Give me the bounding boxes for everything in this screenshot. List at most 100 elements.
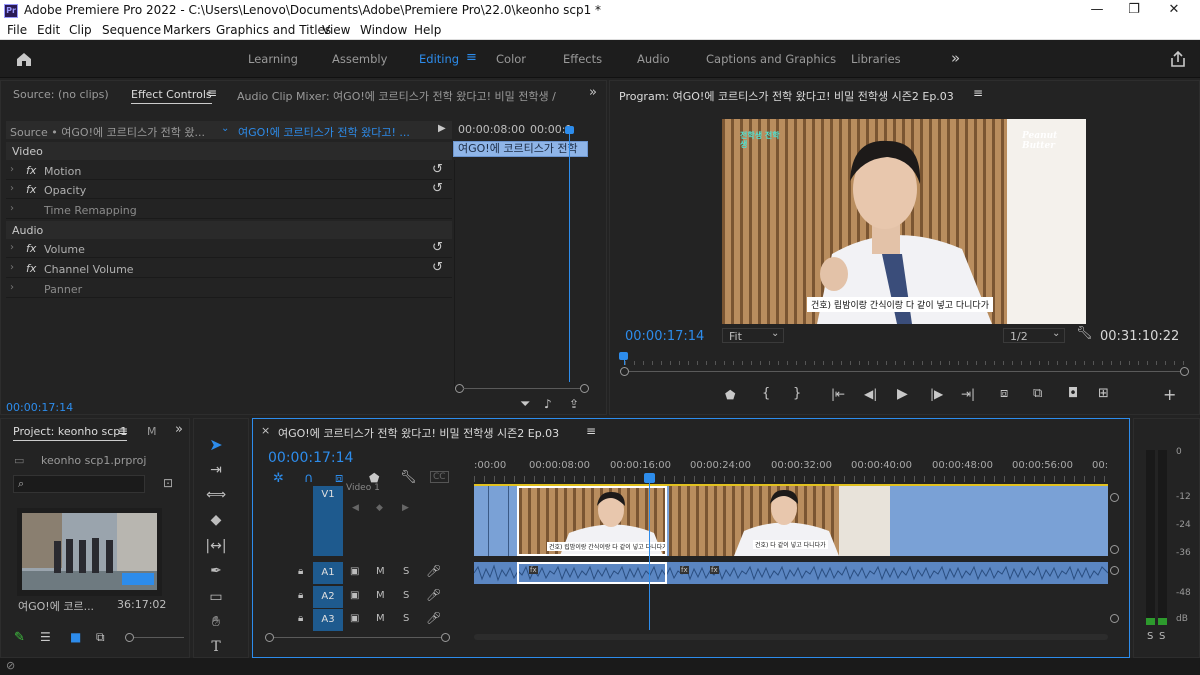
chevron-right-icon[interactable]: › bbox=[10, 203, 14, 214]
play-icon[interactable]: ▶ bbox=[897, 386, 908, 402]
home-icon[interactable] bbox=[15, 51, 33, 67]
next-keyframe-icon[interactable]: ▶ bbox=[402, 503, 409, 513]
pen-tool-icon[interactable]: ✒ bbox=[205, 560, 227, 582]
timeline-timecode[interactable]: 00:00:17:14 bbox=[268, 450, 353, 466]
fx-icon[interactable]: fx bbox=[26, 262, 36, 275]
timeline-zoom-bar[interactable] bbox=[274, 637, 441, 638]
tab-media-browser[interactable]: M bbox=[147, 425, 157, 438]
effect-row-channel-volume[interactable]: › fx Channel Volume ↺ bbox=[6, 259, 452, 278]
minimize-button[interactable]: — bbox=[1087, 2, 1107, 17]
workspace-color[interactable]: Color bbox=[496, 52, 526, 66]
clip-name[interactable]: 여GO!에 코르... bbox=[18, 598, 98, 614]
a-zoom-handle-top[interactable] bbox=[1110, 566, 1119, 575]
reset-icon[interactable]: ↺ bbox=[432, 162, 443, 177]
workspace-editing[interactable]: Editing bbox=[419, 52, 459, 66]
meter-solo-left-button[interactable]: S bbox=[1147, 631, 1153, 642]
mark-out-icon[interactable]: } bbox=[793, 386, 801, 401]
project-panel-title[interactable]: Project: keonho scp1 bbox=[13, 425, 128, 441]
snap-icon[interactable]: ∩ bbox=[304, 471, 314, 486]
menu-markers[interactable]: Markers bbox=[163, 23, 211, 37]
ripple-edit-tool-icon[interactable]: ⟺ bbox=[205, 484, 227, 506]
workspace-audio[interactable]: Audio bbox=[637, 52, 670, 66]
program-time-ruler[interactable] bbox=[625, 361, 1187, 365]
tab-audio-clip-mixer[interactable]: Audio Clip Mixer: 여GO!에 코르티스가 전학 왔다고! 비밀… bbox=[237, 90, 556, 103]
share-icon[interactable] bbox=[1169, 50, 1187, 68]
camera-icon[interactable]: ◘ bbox=[1068, 386, 1078, 401]
timeline-zoom-right[interactable] bbox=[441, 633, 450, 642]
maximize-button[interactable]: ❐ bbox=[1124, 2, 1144, 17]
filter-icon[interactable]: ⏷ bbox=[520, 397, 530, 412]
type-tool-icon[interactable]: T bbox=[205, 636, 227, 658]
audio-scrub-icon[interactable]: ♪ bbox=[544, 397, 552, 411]
fx-icon[interactable]: fx bbox=[26, 164, 36, 177]
add-marker-icon[interactable]: ⬟ bbox=[725, 388, 735, 402]
slip-tool-icon[interactable]: |↔| bbox=[205, 535, 227, 557]
effect-row-panner[interactable]: › Panner bbox=[6, 279, 452, 298]
lift-icon[interactable]: ⧈ bbox=[1000, 386, 1008, 401]
extract-icon[interactable]: ⧉ bbox=[1033, 386, 1042, 401]
go-to-in-icon[interactable]: |⇤ bbox=[831, 387, 845, 401]
menu-window[interactable]: Window bbox=[360, 23, 407, 37]
timeline-zoom-left[interactable] bbox=[265, 633, 274, 642]
chevron-right-icon[interactable]: › bbox=[10, 164, 14, 175]
program-zoom-bar[interactable] bbox=[629, 371, 1181, 372]
microphone-icon[interactable]: 🎤︎ bbox=[426, 588, 441, 602]
more-panels-icon[interactable]: » bbox=[589, 85, 597, 100]
pencil-icon[interactable]: ✎ bbox=[14, 630, 25, 645]
program-playhead[interactable] bbox=[619, 352, 628, 360]
effect-row-opacity[interactable]: › fx Opacity ↺ bbox=[6, 180, 452, 199]
button-editor-icon[interactable]: + bbox=[1163, 385, 1176, 404]
timeline-playhead[interactable] bbox=[649, 480, 650, 630]
solo-button[interactable]: S bbox=[403, 590, 409, 601]
sequence-clip-selector[interactable]: 여GO!에 코르티스가 전학 왔다고! ... bbox=[238, 124, 428, 140]
more-panels-icon[interactable]: » bbox=[175, 422, 183, 437]
lock-icon[interactable]: 🔒︎ bbox=[298, 590, 303, 601]
workspace-menu-icon[interactable]: ≡ bbox=[466, 50, 477, 65]
more-workspaces-icon[interactable]: » bbox=[951, 49, 960, 67]
sync-lock-icon[interactable]: ▣ bbox=[350, 590, 359, 601]
microphone-icon[interactable]: 🎤︎ bbox=[426, 611, 441, 625]
find-icon[interactable]: ⊡ bbox=[163, 476, 173, 490]
project-search-input[interactable]: ⌕ bbox=[13, 475, 145, 493]
a3-track-target[interactable]: A3 bbox=[313, 609, 343, 631]
close-sequence-icon[interactable]: × bbox=[261, 424, 270, 437]
wrench-icon[interactable]: 🔧︎ bbox=[400, 470, 417, 485]
fx-icon[interactable]: fx bbox=[26, 242, 36, 255]
status-icon[interactable]: ⊘ bbox=[6, 659, 15, 672]
menu-help[interactable]: Help bbox=[414, 23, 441, 37]
tab-source[interactable]: Source: (no clips) bbox=[13, 88, 109, 101]
timeline-playhead-handle[interactable] bbox=[644, 473, 655, 483]
effect-row-motion[interactable]: › fx Motion ↺ bbox=[6, 161, 452, 180]
workspace-effects[interactable]: Effects bbox=[563, 52, 602, 66]
solo-button[interactable]: S bbox=[403, 613, 409, 624]
freeform-view-icon[interactable]: ⧉ bbox=[96, 630, 105, 645]
mark-in-icon[interactable]: { bbox=[762, 386, 770, 401]
reset-icon[interactable]: ↺ bbox=[432, 260, 443, 275]
workspace-learning[interactable]: Learning bbox=[248, 52, 298, 66]
a2-track-target[interactable]: A2 bbox=[313, 586, 343, 608]
chevron-right-icon[interactable]: › bbox=[10, 183, 14, 194]
add-keyframe-icon[interactable]: ◆ bbox=[376, 503, 383, 513]
resolution-dropdown[interactable]: 1/2 ⌄ bbox=[1003, 328, 1065, 343]
chevron-right-icon[interactable]: › bbox=[10, 242, 14, 253]
menu-sequence[interactable]: Sequence bbox=[102, 23, 161, 37]
wrench-icon[interactable]: 🔧︎ bbox=[1076, 326, 1093, 341]
timeline-ruler[interactable] bbox=[474, 476, 1108, 482]
selection-tool-icon[interactable]: ➤ bbox=[205, 434, 227, 456]
list-view-icon[interactable]: ☰ bbox=[40, 630, 51, 644]
lock-icon[interactable]: 🔒︎ bbox=[298, 613, 303, 624]
menu-edit[interactable]: Edit bbox=[37, 23, 60, 37]
menu-view[interactable]: View bbox=[322, 23, 350, 37]
program-timecode[interactable]: 00:00:17:14 bbox=[625, 329, 704, 344]
mini-playhead-handle[interactable] bbox=[565, 126, 574, 134]
program-zoom-left[interactable] bbox=[620, 367, 629, 376]
sync-lock-icon[interactable]: ▣ bbox=[350, 566, 359, 577]
fx-icon[interactable]: fx bbox=[26, 183, 36, 196]
video-clip-selected[interactable]: 건호) 립밤이랑 간식이랑 다 같이 넣고 다니다가 bbox=[517, 486, 667, 556]
v1-track-target[interactable]: V1 bbox=[313, 486, 343, 556]
a1-track-target[interactable]: A1 bbox=[313, 562, 343, 584]
zoom-handle-right[interactable] bbox=[580, 384, 589, 393]
mute-button[interactable]: M bbox=[376, 613, 385, 624]
tab-menu-icon[interactable]: ≡ bbox=[207, 86, 217, 100]
lock-icon[interactable]: 🔒︎ bbox=[298, 566, 303, 577]
